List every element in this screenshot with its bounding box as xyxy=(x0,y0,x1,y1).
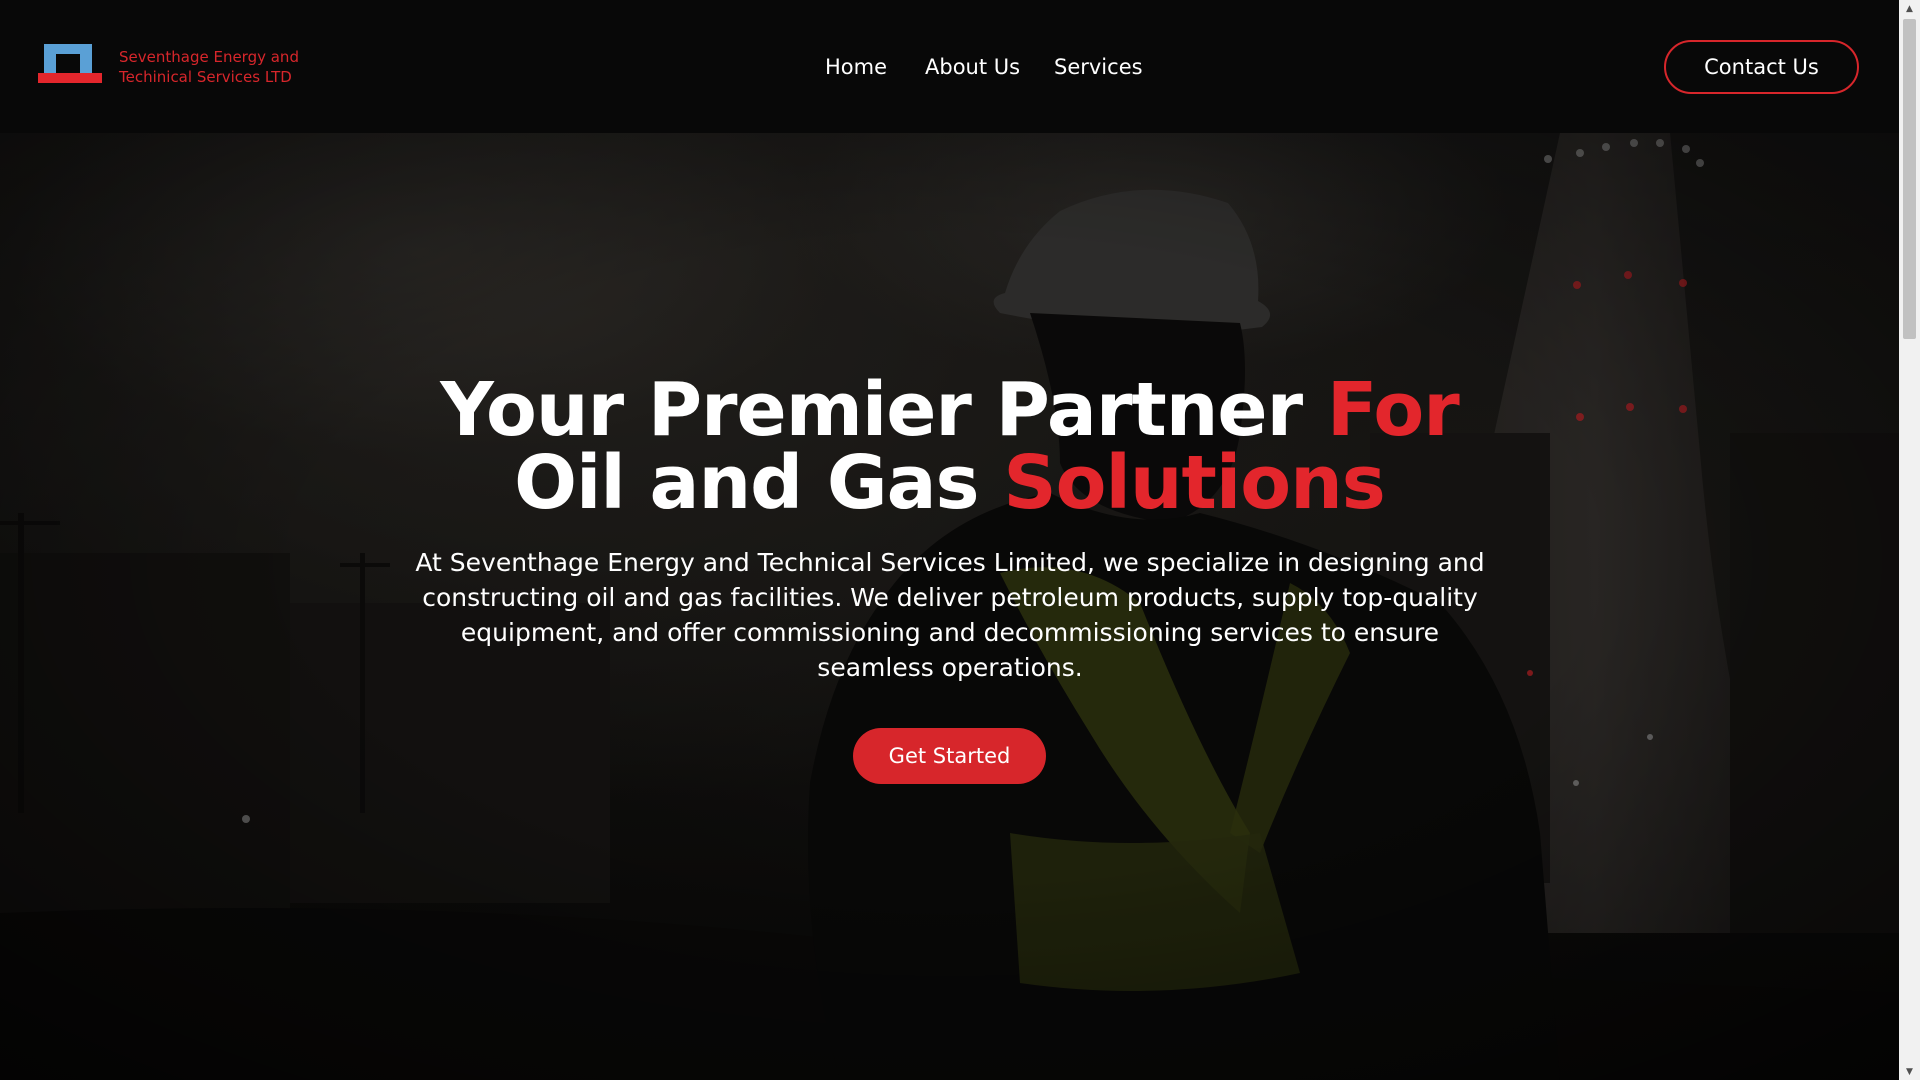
nav-about-link[interactable]: About Us xyxy=(925,52,1020,82)
site-header: Seventhage Energy and Techinical Service… xyxy=(0,0,1899,133)
nav-services-link[interactable]: Services xyxy=(1054,52,1143,82)
nav-home-link[interactable]: Home xyxy=(825,52,887,82)
headline-white-text: Oil and Gas xyxy=(514,440,1004,526)
hero-section: Your Premier Partner For Oil and Gas Sol… xyxy=(0,133,1899,1080)
contact-us-button[interactable]: Contact Us xyxy=(1664,40,1859,94)
page-scrollbar[interactable]: ▲ ▼ xyxy=(1899,0,1920,1080)
headline-red-text: Solutions xyxy=(1003,440,1385,526)
scrollbar-thumb[interactable] xyxy=(1903,19,1916,339)
hero-headline-line-2: Oil and Gas Solutions xyxy=(0,446,1899,520)
company-name[interactable]: Seventhage Energy and Techinical Service… xyxy=(119,47,339,87)
company-logo-icon[interactable] xyxy=(38,44,102,86)
hero-headline-line-1: Your Premier Partner For xyxy=(0,373,1899,447)
scroll-down-arrow-icon[interactable]: ▼ xyxy=(1899,1063,1920,1080)
get-started-button[interactable]: Get Started xyxy=(853,728,1046,784)
hero-content: Your Premier Partner For Oil and Gas Sol… xyxy=(0,133,1899,1080)
scroll-up-arrow-icon[interactable]: ▲ xyxy=(1899,0,1920,17)
page: Seventhage Energy and Techinical Service… xyxy=(0,0,1920,1080)
hero-description: At Seventhage Energy and Technical Servi… xyxy=(415,548,1485,682)
